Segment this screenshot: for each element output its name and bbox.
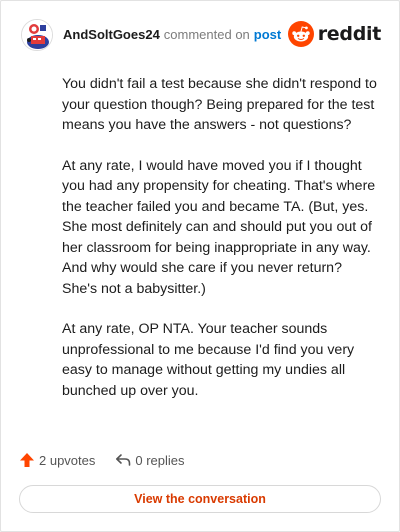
post-link[interactable]: post bbox=[254, 27, 281, 42]
reddit-wordmark: reddit bbox=[317, 23, 382, 45]
comment-body: You didn't fail a test because she didn'… bbox=[62, 74, 378, 421]
replies-button[interactable]: 0 replies bbox=[115, 452, 185, 468]
comment-header: AndSoltGoes24 commented on post reddit bbox=[21, 19, 381, 51]
reddit-logo[interactable]: reddit bbox=[287, 21, 382, 47]
comment-paragraph: At any rate, I would have moved you if I… bbox=[62, 157, 376, 297]
upvote-arrow-icon bbox=[20, 453, 34, 467]
comment-paragraph: At any rate, OP NTA. Your teacher sounds… bbox=[62, 321, 355, 399]
view-conversation-button[interactable]: View the conversation bbox=[19, 485, 381, 513]
reddit-snoo-icon bbox=[287, 21, 314, 47]
comment-actions: 2 upvotes 0 replies bbox=[19, 449, 185, 471]
commented-on-text: commented on bbox=[163, 27, 250, 42]
upvotes-count: 2 upvotes bbox=[39, 452, 96, 468]
comment-paragraph: You didn't fail a test because she didn'… bbox=[62, 76, 377, 133]
author-name[interactable]: AndSoltGoes24 bbox=[63, 27, 160, 42]
reply-arrow-icon bbox=[116, 454, 131, 466]
author-line: AndSoltGoes24 commented on post bbox=[63, 27, 281, 43]
replies-count: 0 replies bbox=[135, 452, 185, 468]
user-avatar[interactable] bbox=[21, 19, 53, 51]
upvotes-button[interactable]: 2 upvotes bbox=[19, 452, 95, 468]
avatar-icon bbox=[22, 20, 52, 50]
comment-card: AndSoltGoes24 commented on post reddit You… bbox=[0, 0, 400, 532]
